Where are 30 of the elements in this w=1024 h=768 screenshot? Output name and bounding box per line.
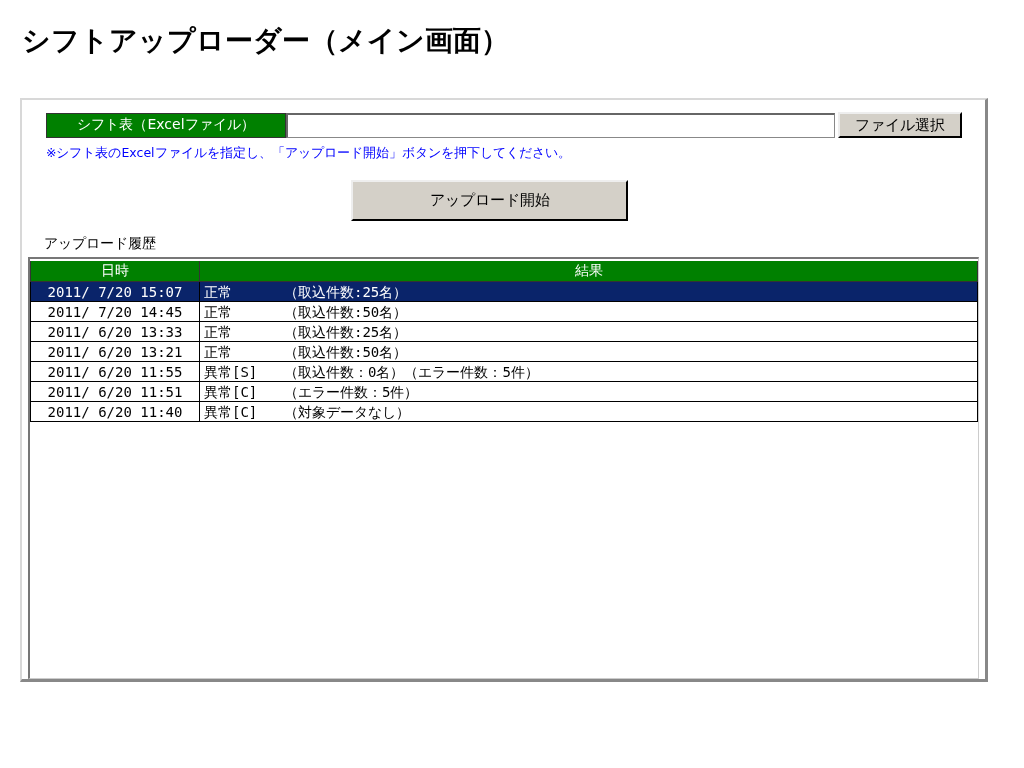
datetime-cell: 2011/ 6/20 11:40 — [30, 401, 200, 422]
datetime-cell: 2011/ 6/20 13:21 — [30, 341, 200, 362]
result-detail: （取込件数：0名）（エラー件数：5件） — [284, 363, 539, 380]
file-path-field[interactable] — [286, 112, 835, 138]
datetime-cell: 2011/ 7/20 14:45 — [30, 301, 200, 322]
result-status: 異常[C] — [204, 402, 259, 421]
result-status: 正常 — [204, 322, 233, 341]
result-status: 異常[S] — [204, 362, 259, 381]
result-status: 正常 — [204, 302, 233, 321]
result-detail: （エラー件数：5件） — [284, 383, 419, 400]
datetime-cell: 2011/ 6/20 13:33 — [30, 321, 200, 342]
result-status: 正常 — [204, 282, 233, 301]
result-status: 正常 — [204, 342, 233, 361]
instruction-text: ※シフト表のExcelファイルを指定し、「アップロード開始」ボタンを押下してください。 — [45, 144, 572, 162]
result-detail: （取込件数:25名） — [284, 283, 408, 300]
upload-start-button[interactable]: アップロード開始 — [351, 180, 628, 221]
datetime-cell: 2011/ 6/20 11:51 — [30, 381, 200, 402]
file-select-button[interactable]: ファイル選択 — [838, 112, 962, 138]
column-header[interactable]: 結果 — [199, 260, 978, 282]
history-label: アップロード履歴 — [43, 234, 157, 253]
result-detail: （対象データなし） — [284, 403, 410, 420]
result-detail: （取込件数:50名） — [284, 303, 408, 320]
field-label: シフト表（Excelファイル） — [46, 112, 286, 138]
page-title: シフトアップローダー（メイン画面） — [21, 24, 510, 58]
result-status: 異常[C] — [204, 382, 259, 401]
result-detail: （取込件数:25名） — [284, 323, 408, 340]
column-header[interactable]: 日時 — [30, 260, 200, 282]
datetime-cell: 2011/ 7/20 15:07 — [30, 281, 200, 302]
datetime-cell: 2011/ 6/20 11:55 — [30, 361, 200, 382]
result-detail: （取込件数:50名） — [284, 343, 408, 360]
